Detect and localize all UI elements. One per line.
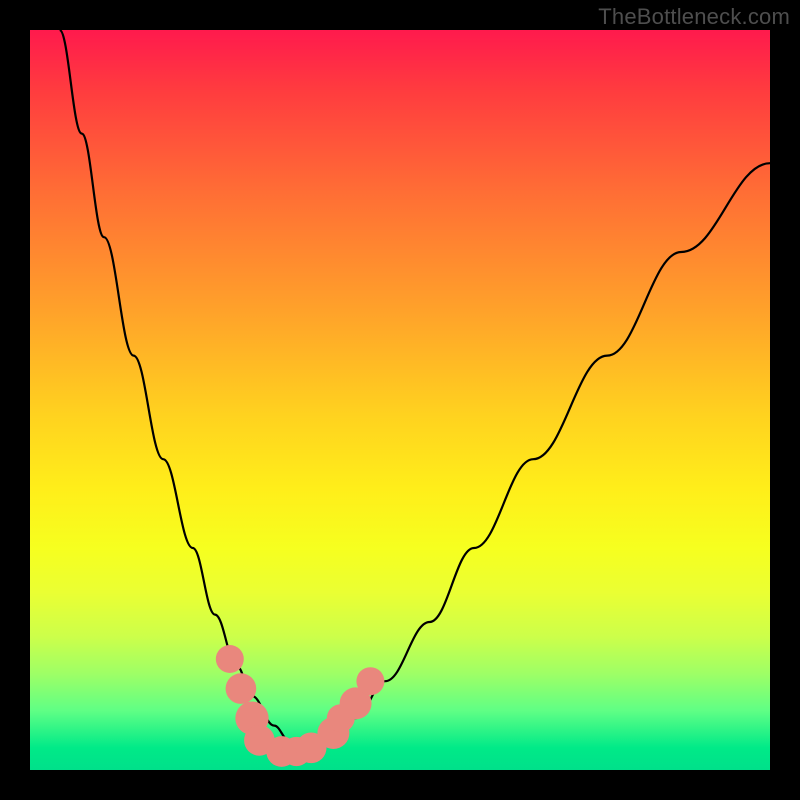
- chart-frame: TheBottleneck.com: [0, 0, 800, 800]
- watermark-text: TheBottleneck.com: [598, 4, 790, 30]
- bottleneck-curve: [60, 30, 770, 748]
- chart-svg: [30, 30, 770, 770]
- data-point-marker: [226, 673, 257, 704]
- data-point-marker: [216, 645, 244, 673]
- chart-markers: [216, 645, 385, 767]
- data-point-marker: [356, 667, 384, 695]
- chart-plot-area: [30, 30, 770, 770]
